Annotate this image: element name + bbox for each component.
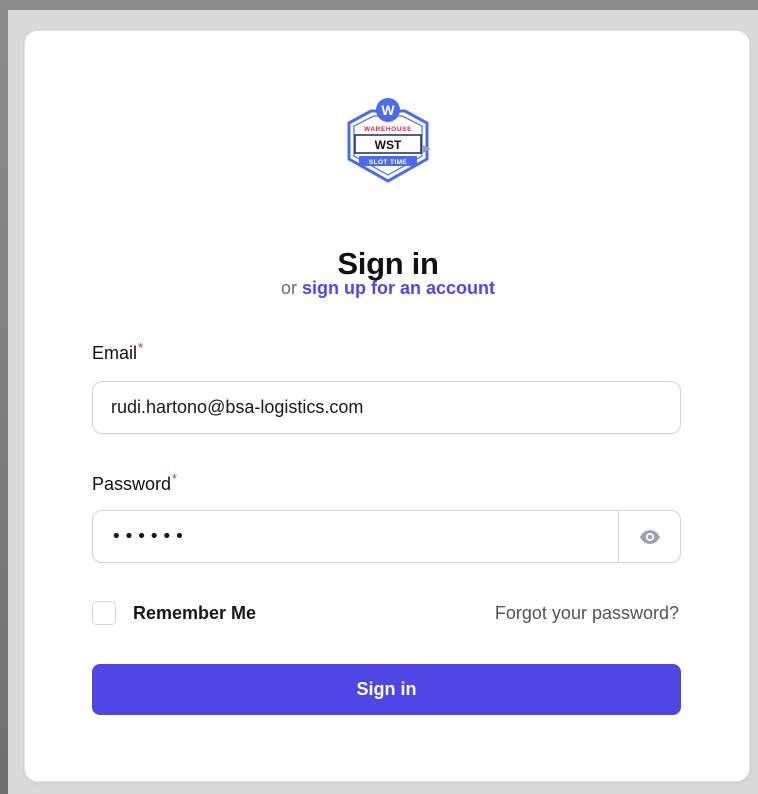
password-label: Password* [92,471,177,495]
email-required-mark: * [138,340,144,355]
eye-icon [639,529,660,544]
remember-me-label[interactable]: Remember Me [133,603,256,624]
subtitle-prefix: or [280,278,297,298]
remember-me-checkbox[interactable] [92,601,116,625]
sign-up-link[interactable]: sign up for an account [302,278,495,298]
sign-in-button[interactable]: Sign in [92,664,681,715]
warehouse-slot-time-logo-icon: W WAREHOUSE WST SLOT TIME [347,98,431,183]
toggle-password-visibility-button[interactable] [618,511,680,562]
email-label: Email* [92,340,143,364]
page-title: Sign in [337,246,439,281]
logo-main-text: WST [375,138,402,152]
email-input[interactable] [92,381,681,434]
subtitle: or sign up for an account [25,278,751,299]
password-input[interactable] [93,511,618,562]
logo-badge-letter: W [381,102,395,118]
password-label-text: Password [92,474,172,494]
password-field [92,510,681,563]
sign-in-card: W WAREHOUSE WST SLOT TIME Sign in or sig… [24,30,750,782]
logo-top-text: WAREHOUSE [364,126,412,133]
email-label-text: Email [92,343,138,363]
forgot-password-link[interactable]: Forgot your password? [495,603,679,624]
logo-bottom-text: SLOT TIME [369,159,408,166]
password-required-mark: * [172,471,178,486]
